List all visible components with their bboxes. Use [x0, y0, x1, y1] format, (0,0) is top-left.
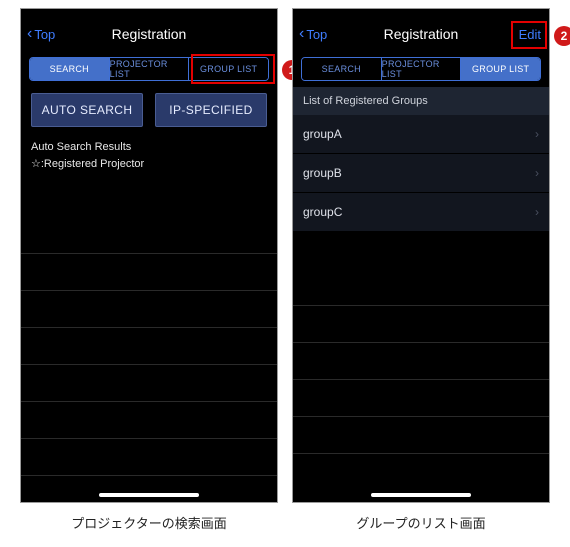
list-row [293, 343, 549, 380]
list-row [293, 232, 549, 269]
callout-badge-2: 2 [554, 26, 570, 46]
results-note: Auto Search Results ☆:Registered Project… [21, 137, 277, 178]
tab-search[interactable]: SEARCH [302, 58, 382, 80]
edit-button[interactable]: Edit [519, 27, 541, 42]
nav-bar: ‹ Top Registration Edit [293, 19, 549, 49]
right-column: ‹ Top Registration Edit SEARCH PROJECTOR… [292, 8, 550, 532]
group-name: groupC [303, 205, 342, 219]
nav-bar: ‹ Top Registration [21, 19, 277, 49]
screenshot-pair: ‹ Top Registration SEARCH PROJECTOR LIST… [4, 8, 566, 532]
status-bar [21, 9, 277, 19]
page-title: Registration [112, 26, 187, 42]
list-row [21, 328, 277, 365]
group-list-header: List of Registered Groups [293, 87, 549, 115]
chevron-right-icon: › [535, 127, 539, 141]
segmented-control: SEARCH PROJECTOR LIST GROUP LIST [29, 57, 269, 81]
tab-group-list[interactable]: GROUP LIST [189, 58, 268, 80]
list-row [21, 402, 277, 439]
group-name: groupB [303, 166, 342, 180]
list-row [21, 439, 277, 476]
right-caption: グループのリスト画面 [356, 513, 485, 532]
back-label: Top [306, 27, 327, 42]
back-button[interactable]: ‹ Top [299, 26, 327, 42]
list-row [21, 365, 277, 402]
list-row [293, 417, 549, 454]
list-row [21, 254, 277, 291]
chevron-left-icon: ‹ [27, 26, 32, 42]
left-phone: ‹ Top Registration SEARCH PROJECTOR LIST… [20, 8, 278, 503]
home-indicator [371, 493, 471, 497]
chevron-left-icon: ‹ [299, 26, 304, 42]
results-line2: ☆:Registered Projector [31, 156, 267, 173]
group-name: groupA [303, 127, 342, 141]
tab-projector-list[interactable]: PROJECTOR LIST [110, 58, 190, 80]
tab-projector-list[interactable]: PROJECTOR LIST [382, 58, 462, 80]
home-indicator [99, 493, 199, 497]
left-caption: プロジェクターの検索画面 [71, 513, 226, 532]
group-list-item[interactable]: groupC › [293, 193, 549, 232]
chevron-right-icon: › [535, 166, 539, 180]
empty-list [293, 232, 549, 454]
page-title: Registration [384, 26, 459, 42]
left-column: ‹ Top Registration SEARCH PROJECTOR LIST… [20, 8, 278, 532]
list-row [21, 291, 277, 328]
list-row [293, 380, 549, 417]
tab-search[interactable]: SEARCH [30, 58, 110, 80]
group-list: List of Registered Groups groupA › group… [293, 87, 549, 232]
tab-group-list[interactable]: GROUP LIST [461, 58, 540, 80]
back-button[interactable]: ‹ Top [27, 26, 55, 42]
action-row: AUTO SEARCH IP-SPECIFIED [21, 87, 277, 137]
list-row [21, 217, 277, 254]
right-phone: ‹ Top Registration Edit SEARCH PROJECTOR… [292, 8, 550, 503]
chevron-right-icon: › [535, 205, 539, 219]
results-line1: Auto Search Results [31, 139, 267, 156]
status-bar [293, 9, 549, 19]
list-row [21, 180, 277, 217]
ip-specified-button[interactable]: IP-SPECIFIED [155, 93, 267, 127]
empty-list [21, 180, 277, 476]
back-label: Top [34, 27, 55, 42]
segmented-control: SEARCH PROJECTOR LIST GROUP LIST [301, 57, 541, 81]
list-row [293, 306, 549, 343]
group-list-item[interactable]: groupA › [293, 115, 549, 154]
group-list-item[interactable]: groupB › [293, 154, 549, 193]
auto-search-button[interactable]: AUTO SEARCH [31, 93, 143, 127]
list-row [293, 269, 549, 306]
